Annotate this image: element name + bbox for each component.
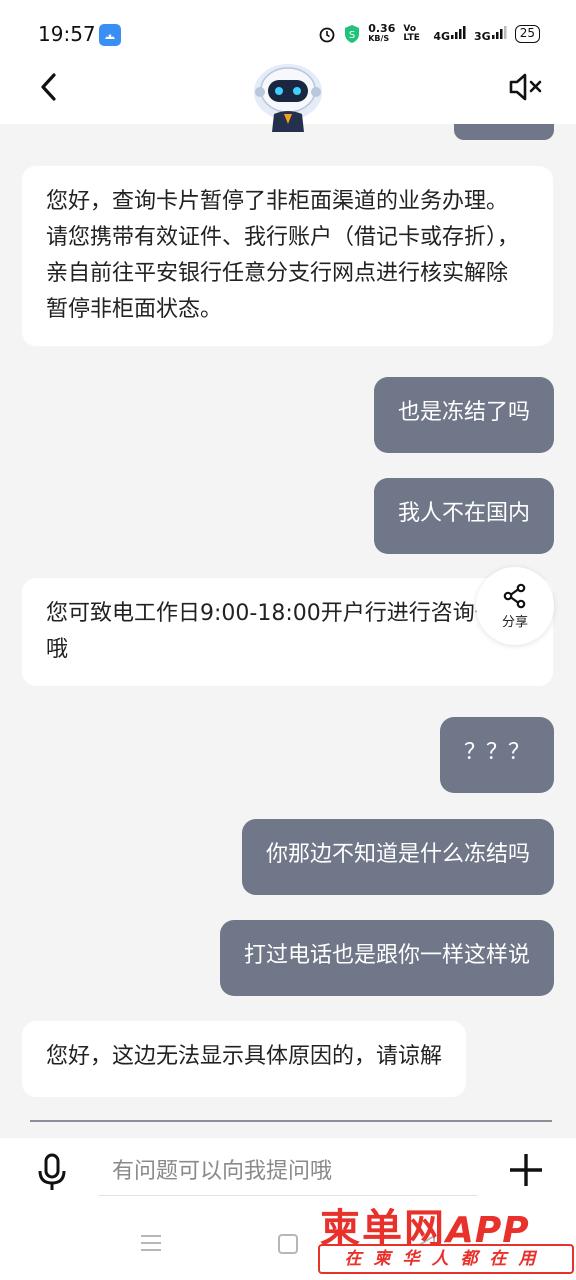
message-text: 我人不在国内 xyxy=(397,501,530,526)
menu-icon xyxy=(141,1235,161,1251)
net-speed-unit: KB/S xyxy=(368,34,390,43)
share-button[interactable]: 分享 xyxy=(476,567,554,645)
next-message-edge xyxy=(30,1120,552,1122)
chat-message-list[interactable]: 您好，查询卡片暂停了非柜面渠道的业务办理。请您携带有效证件、我行账户（借记卡或存… xyxy=(0,124,576,1138)
share-label: 分享 xyxy=(501,614,528,630)
bot-message: 您好，查询卡片暂停了非柜面渠道的业务办理。请您携带有效证件、我行账户（借记卡或存… xyxy=(22,166,553,346)
back-button[interactable] xyxy=(34,70,64,104)
android-notification-icon xyxy=(99,24,121,46)
security-shield-icon: S xyxy=(345,25,360,43)
speaker-muted-icon xyxy=(509,73,542,101)
volte-indicator: Vo LTE xyxy=(403,24,420,43)
message-text: 您好，这边无法显示具体原因的，请谅解 xyxy=(46,1044,443,1069)
svg-text:S: S xyxy=(349,30,355,41)
watermark-subtitle: 在柬华人都在用 xyxy=(318,1244,574,1274)
bot-message: 您可致电工作日9:00-18:00开户行进行咨询一下哦 xyxy=(22,578,553,686)
voice-input-button[interactable] xyxy=(36,1152,68,1192)
status-indicators: S 0.36 KB/S Vo LTE 4G 3G 25 xyxy=(318,22,540,44)
message-text: 你那边不知道是什么冻结吗 xyxy=(265,842,530,867)
signal-3g-indicator: 3G xyxy=(474,25,507,43)
bot-message: 您好，这边无法显示具体原因的，请谅解 xyxy=(22,1021,467,1097)
previous-message-edge xyxy=(454,124,554,140)
message-text: 也是冻结了吗 xyxy=(397,400,530,425)
site-watermark: 柬单网APP 在柬华人都在用 xyxy=(316,1194,576,1278)
chat-header xyxy=(0,56,576,132)
user-message: ？？？ xyxy=(439,717,554,793)
nav-menu-button[interactable] xyxy=(140,1234,162,1252)
signal-3g-label: 3G xyxy=(474,29,491,43)
user-message: 打过电话也是跟你一样这样说 xyxy=(219,920,554,996)
more-options-button[interactable] xyxy=(508,1152,544,1188)
message-text: 您可致电工作日9:00-18:00开户行进行咨询一下哦 xyxy=(46,601,519,662)
share-icon xyxy=(503,583,526,608)
message-text: 打过电话也是跟你一样这样说 xyxy=(243,943,530,968)
status-time: 19:57 xyxy=(38,22,96,46)
user-message: 你那边不知道是什么冻结吗 xyxy=(241,819,554,895)
signal-4g-indicator: 4G xyxy=(433,25,466,43)
message-input[interactable] xyxy=(98,1148,478,1196)
assistant-avatar xyxy=(248,58,328,134)
plus-icon xyxy=(510,1154,542,1186)
user-message: 我人不在国内 xyxy=(373,478,554,554)
signal-4g-label: 4G xyxy=(433,29,451,43)
microphone-icon xyxy=(38,1153,66,1190)
net-speed-value: 0.36 xyxy=(368,22,396,35)
user-message: 也是冻结了吗 xyxy=(373,377,554,453)
alarm-icon xyxy=(319,27,335,43)
message-text: ？？？ xyxy=(463,740,530,765)
message-text: 您好，查询卡片暂停了非柜面渠道的业务办理。请您携带有效证件、我行账户（借记卡或存… xyxy=(46,189,520,322)
battery-indicator: 25 xyxy=(514,25,540,43)
chevron-left-icon xyxy=(41,73,56,101)
nav-home-button[interactable] xyxy=(278,1234,298,1254)
mute-button[interactable] xyxy=(508,70,544,104)
net-speed: 0.36 KB/S xyxy=(368,22,396,44)
